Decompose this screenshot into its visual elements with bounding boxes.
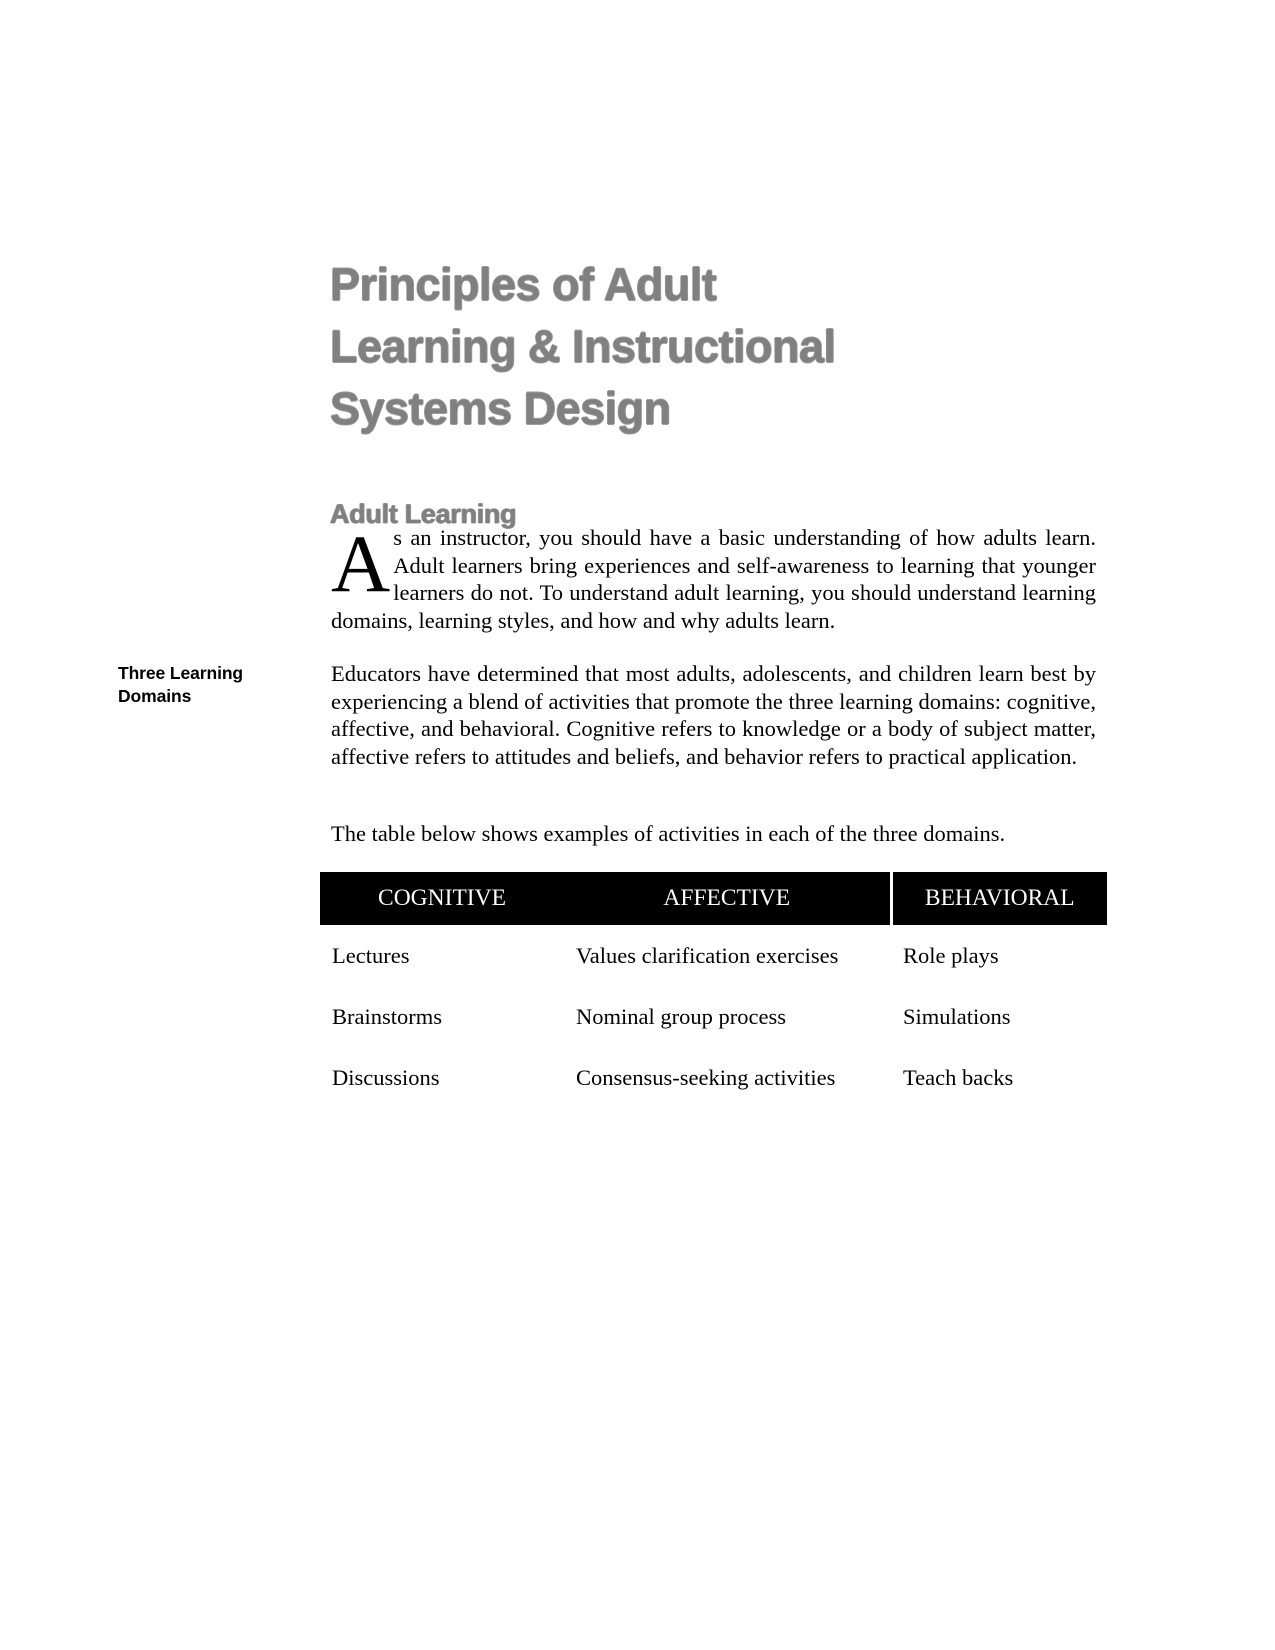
paragraph-intro-text: s an instructor, you should have a basic… — [331, 525, 1096, 633]
table-row: Discussions Consensus-seeking activities… — [320, 1047, 1107, 1108]
table-cell: Role plays — [903, 943, 999, 968]
table-header: COGNITIVE AFFECTIVE BEHAVIORAL — [320, 872, 1107, 925]
document-title-line-2: Learning & Instructional — [330, 321, 836, 373]
margin-label-three-learning-domains: Three Learning Domains — [118, 662, 328, 708]
paragraph-learning-domains: Educators have determined that most adul… — [331, 661, 1096, 769]
document-page: Principles of Adult Learning & Instructi… — [0, 0, 1275, 1650]
document-title-line-1: Principles of Adult — [330, 259, 717, 311]
table-header-row: COGNITIVE AFFECTIVE BEHAVIORAL — [320, 872, 1107, 925]
table-cell: Brainstorms — [332, 1004, 442, 1029]
table-row: Lectures Values clarification exercises … — [320, 925, 1107, 986]
table-header-affective: AFFECTIVE — [564, 872, 891, 925]
table-cell: Nominal group process — [576, 1004, 786, 1029]
margin-label-line-1: Three Learning — [118, 663, 244, 683]
table-cell: Consensus-seeking activities — [576, 1065, 836, 1090]
paragraph-intro: As an instructor, you should have a basi… — [331, 518, 1096, 634]
learning-domains-table: COGNITIVE AFFECTIVE BEHAVIORAL Lectures … — [320, 872, 1107, 1108]
document-title-line-3: Systems Design — [330, 383, 671, 435]
table-cell: Lectures — [332, 943, 410, 968]
table-cell: Simulations — [903, 1004, 1011, 1029]
margin-label-line-2: Domains — [118, 686, 192, 706]
table-cell: Discussions — [332, 1065, 440, 1090]
table-cell: Values clarification exercises — [576, 943, 839, 968]
table-body: Lectures Values clarification exercises … — [320, 925, 1107, 1108]
table-header-behavioral: BEHAVIORAL — [889, 872, 1107, 925]
table-row: Brainstorms Nominal group process Simula… — [320, 986, 1107, 1047]
drop-cap-letter: A — [331, 518, 391, 609]
table-header-cognitive: COGNITIVE — [320, 872, 564, 925]
paragraph-table-intro: The table below shows examples of activi… — [331, 821, 1006, 846]
document-title: Principles of Adult Learning & Instructi… — [330, 254, 1030, 440]
table-cell: Teach backs — [903, 1065, 1014, 1090]
